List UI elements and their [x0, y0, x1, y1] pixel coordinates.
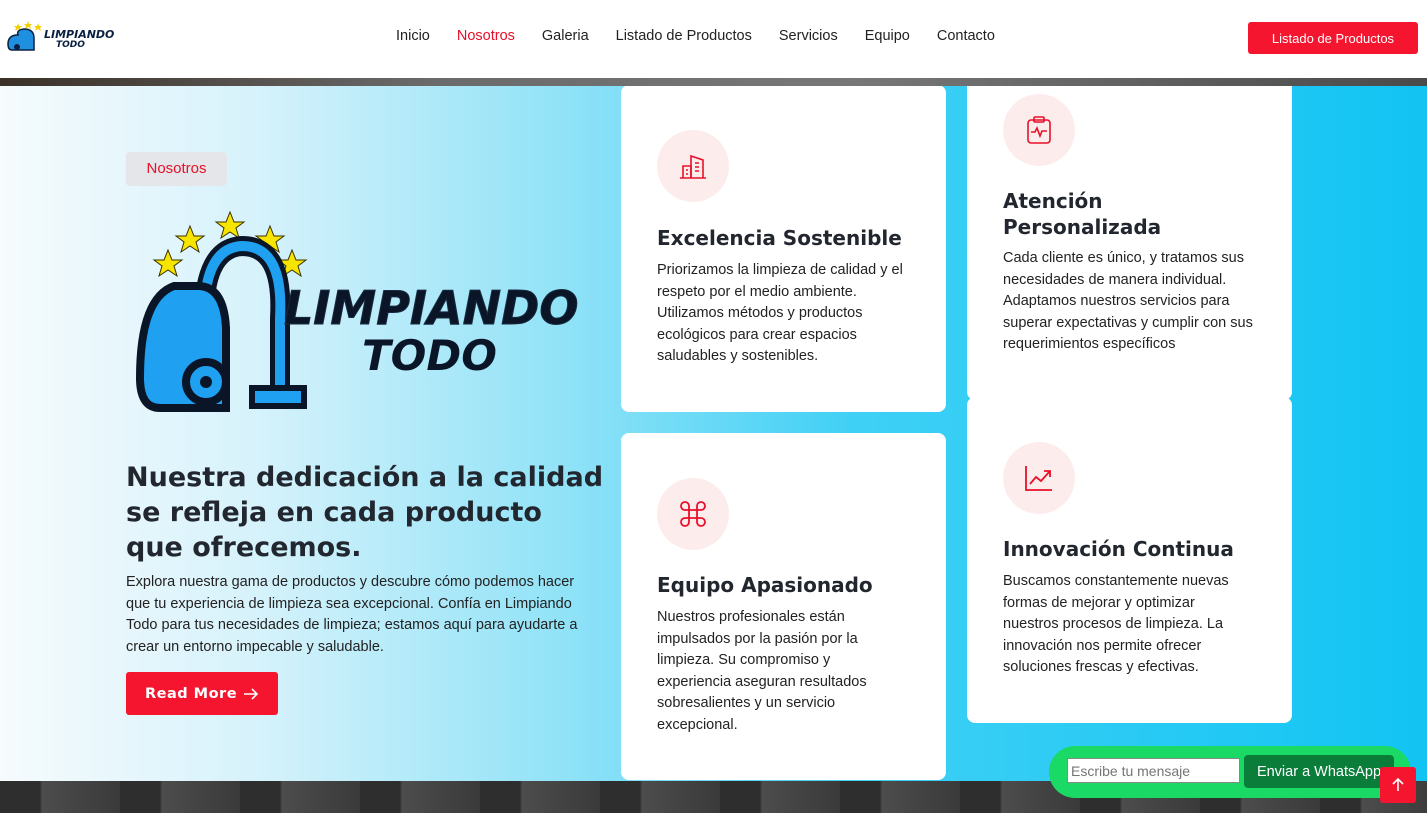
feature-text: Buscamos constantemente nuevas formas de…	[1003, 573, 1229, 676]
feature-card-atencion: Atención Personalizada Cada cliente es ú…	[967, 78, 1292, 400]
feature-card-equipo: Equipo Apasionado Nuestros profesionales…	[621, 433, 946, 780]
command-icon	[680, 501, 706, 527]
main-nav: Inicio Nosotros Galeria Listado de Produ…	[396, 28, 1022, 44]
feature-icon-wrap	[1003, 94, 1075, 166]
feature-card-innovacion: Innovación Continua Buscamos constanteme…	[967, 397, 1292, 723]
feature-text: Priorizamos la limpieza de calidad y el …	[657, 262, 903, 365]
brand-name-line2-large: TODO	[362, 331, 497, 380]
read-more-label: Read More	[144, 685, 238, 702]
back-to-top-button[interactable]	[1380, 767, 1416, 803]
feature-title: Atención Personalizada	[1003, 189, 1162, 239]
section-heading: Nuestra dedicación a la calidad se refle…	[126, 462, 604, 563]
whatsapp-message-input[interactable]	[1067, 758, 1240, 783]
building-icon	[680, 154, 706, 179]
feature-title: Equipo Apasionado	[657, 573, 873, 597]
whatsapp-send-button[interactable]: Enviar a WhatsApp	[1244, 755, 1394, 788]
header-cta-button[interactable]: Listado de Productos	[1248, 22, 1418, 54]
trend-chart-icon	[1025, 466, 1052, 491]
nav-equipo[interactable]: Equipo	[865, 28, 910, 44]
brand-name-line1-large: LIMPIANDO	[284, 281, 578, 335]
hero-background-edge	[0, 78, 1427, 86]
brand-logo[interactable]: LIMPIANDO TODO	[4, 20, 144, 52]
whatsapp-widget: Enviar a WhatsApp	[1049, 746, 1411, 798]
nav-inicio[interactable]: Inicio	[396, 28, 430, 44]
feature-title: Innovación Continua	[1003, 537, 1234, 561]
nav-servicios[interactable]: Servicios	[779, 28, 838, 44]
feature-card-sostenible: Excelencia Sostenible Priorizamos la lim…	[621, 85, 946, 412]
arrow-up-icon	[1392, 778, 1404, 791]
read-more-button[interactable]: Read More	[126, 672, 278, 715]
section-tag: Nosotros	[126, 152, 227, 186]
brand-name-line2: TODO	[56, 40, 85, 50]
feature-icon-wrap	[657, 478, 729, 550]
feature-text: Nuestros profesionales están impulsados …	[657, 609, 867, 733]
clipboard-pulse-icon	[1027, 116, 1051, 144]
section-paragraph: Explora nuestra gama de productos y desc…	[126, 574, 578, 656]
feature-text: Cada cliente es único, y tratamos sus ne…	[1003, 250, 1253, 353]
feature-icon-wrap	[1003, 442, 1075, 514]
nav-galeria[interactable]: Galeria	[542, 28, 589, 44]
feature-title: Excelencia Sostenible	[657, 226, 902, 250]
site-header: LIMPIANDO TODO Inicio Nosotros Galeria L…	[0, 0, 1427, 78]
nav-contacto[interactable]: Contacto	[937, 28, 995, 44]
nav-nosotros[interactable]: Nosotros	[457, 28, 515, 44]
arrow-right-icon	[244, 687, 259, 700]
nav-listado-productos[interactable]: Listado de Productos	[616, 28, 752, 44]
brand-logo-large: LIMPIANDO TODO	[135, 210, 579, 412]
feature-icon-wrap	[657, 130, 729, 202]
